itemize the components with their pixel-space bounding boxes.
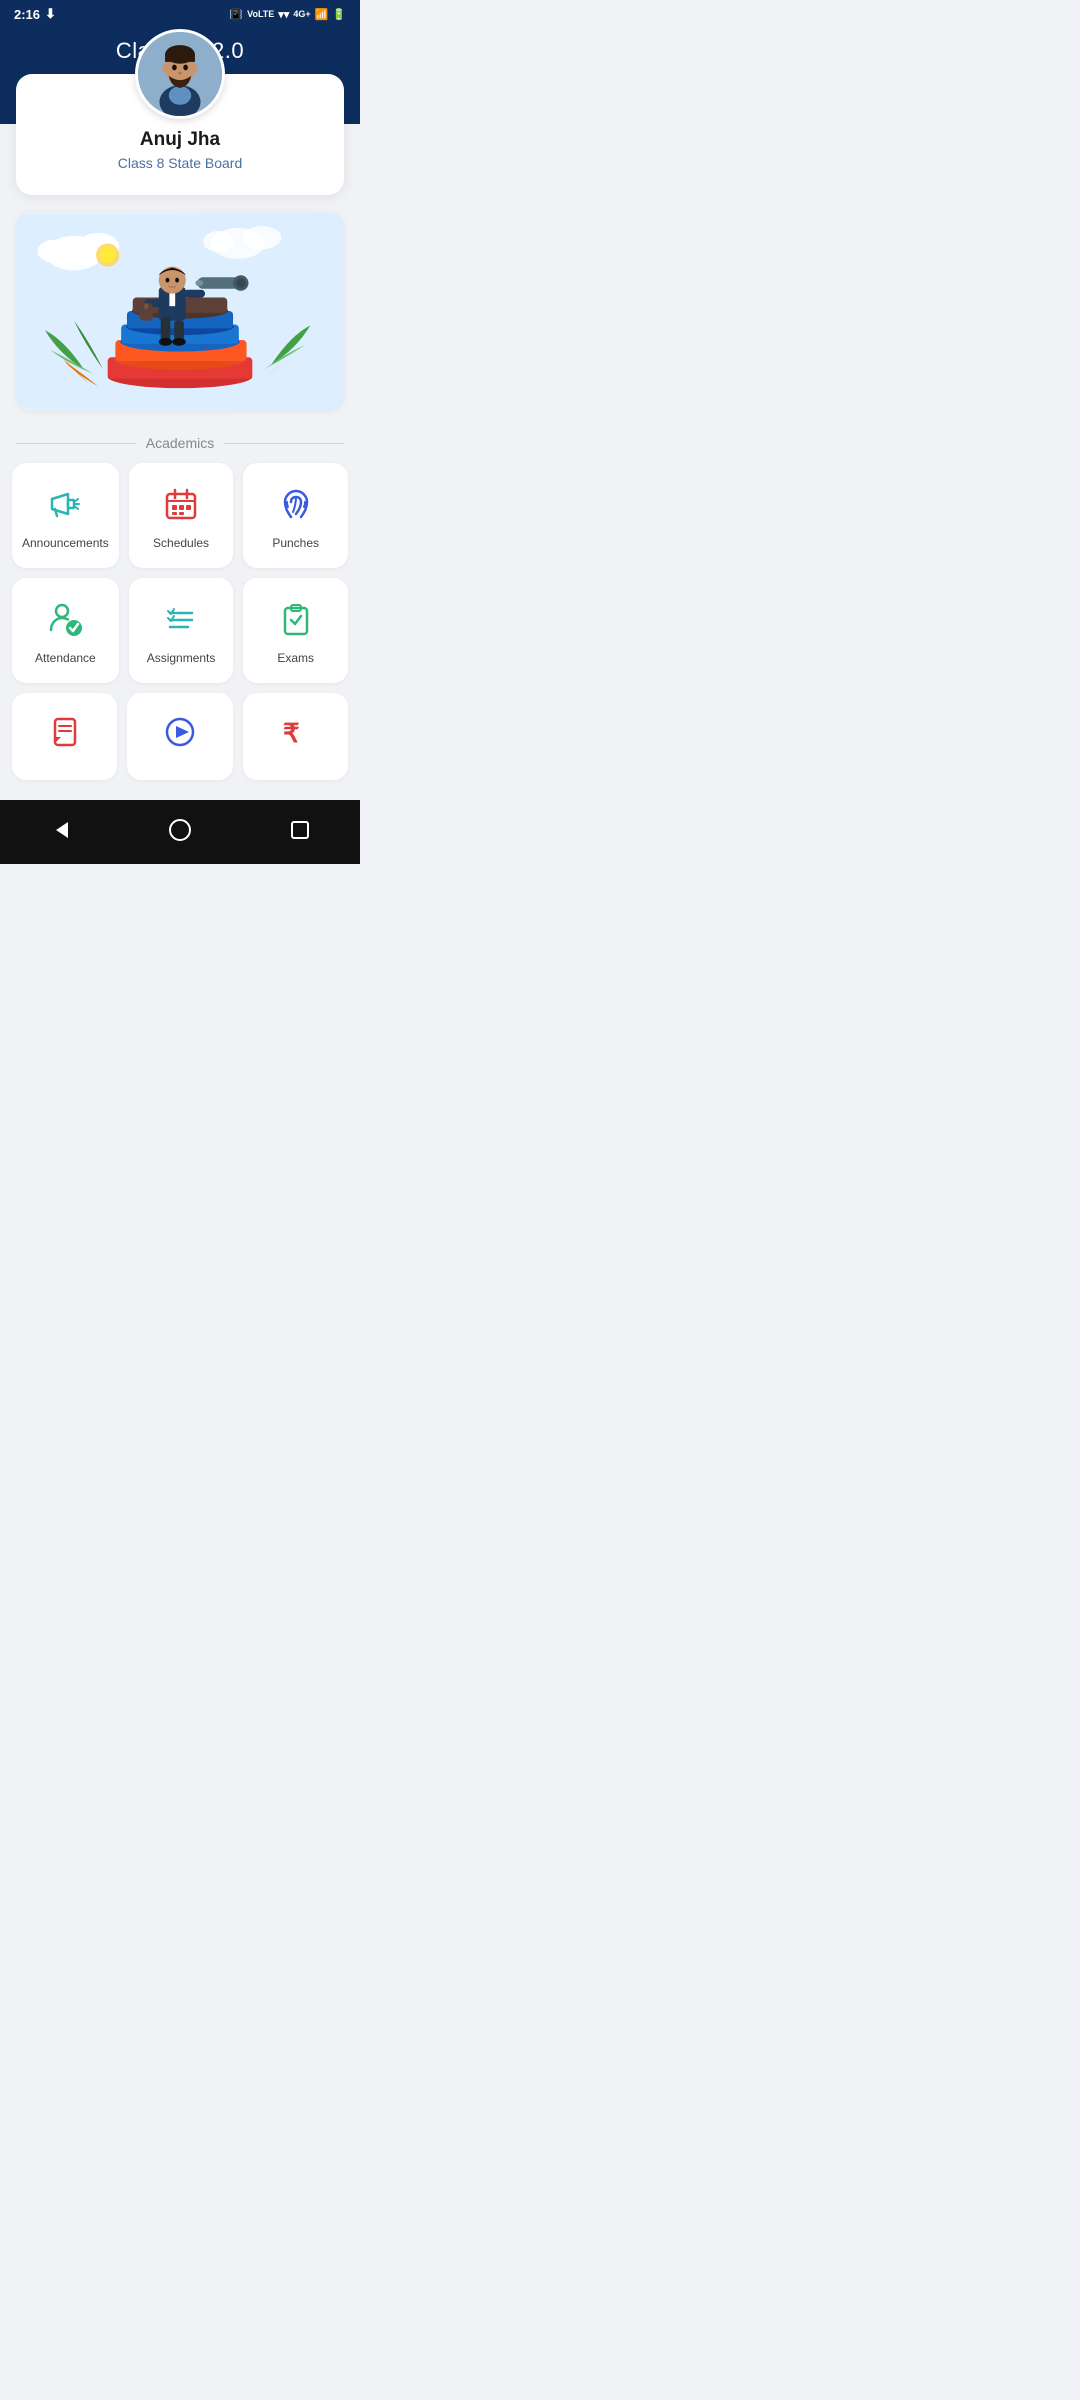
- status-bar: 2:16 ⬇ 📳 VoLTE ▾▾ 4G+ 📶 🔋: [0, 0, 360, 28]
- punches-icon: [277, 485, 315, 528]
- video-icon: [163, 715, 197, 754]
- grid-item-announcements[interactable]: Announcements: [12, 463, 119, 568]
- schedules-label: Schedules: [153, 536, 209, 550]
- fees-icon: ₹: [278, 715, 312, 754]
- bottom-nav: [0, 800, 360, 864]
- status-left: 2:16 ⬇: [14, 6, 56, 22]
- avatar-wrapper: [36, 29, 324, 119]
- home-icon: [168, 818, 192, 842]
- battery-icon: 🔋: [332, 8, 346, 21]
- nav-back-button[interactable]: [42, 812, 78, 848]
- status-time: 2:16: [14, 7, 40, 22]
- volte-icon: VoLTE: [247, 9, 274, 19]
- schedules-icon: [162, 485, 200, 528]
- avatar-image: [138, 32, 222, 116]
- assignments-icon: [162, 600, 200, 643]
- back-icon: [48, 818, 72, 842]
- punches-label: Punches: [272, 536, 319, 550]
- profile-card-wrapper: Anuj Jha Class 8 State Board: [0, 74, 360, 195]
- grid-item-exams[interactable]: Exams: [243, 578, 348, 683]
- academics-title: Academics: [146, 435, 214, 451]
- grid-item-notes[interactable]: [12, 693, 117, 780]
- exams-icon: [277, 600, 315, 643]
- network-icon: 4G+: [293, 9, 310, 19]
- nav-home-button[interactable]: [162, 812, 198, 848]
- attendance-label: Attendance: [35, 651, 96, 665]
- vibrate-icon: 📳: [229, 8, 243, 21]
- academics-grid: Announcements Schedules: [0, 463, 360, 683]
- grid-item-assignments[interactable]: Assignments: [129, 578, 234, 683]
- notes-icon: [48, 715, 82, 754]
- assignments-label: Assignments: [147, 651, 216, 665]
- grid-item-video[interactable]: [127, 693, 232, 780]
- announcements-icon: [46, 485, 84, 528]
- grid-item-attendance[interactable]: Attendance: [12, 578, 119, 683]
- signal-icon: 📶: [315, 8, 329, 21]
- grid-item-schedules[interactable]: Schedules: [129, 463, 234, 568]
- nav-recents-button[interactable]: [282, 812, 318, 848]
- exams-label: Exams: [277, 651, 314, 665]
- profile-class: Class 8 State Board: [36, 155, 324, 171]
- banner-inner: [16, 211, 344, 411]
- hero-illustration: [16, 211, 344, 411]
- academics-section-header: Academics: [16, 435, 344, 451]
- grid-item-punches[interactable]: Punches: [243, 463, 348, 568]
- recents-icon: [288, 818, 312, 842]
- section-line-right: [224, 443, 344, 444]
- grid-item-fees[interactable]: ₹: [243, 693, 348, 780]
- wifi-icon: ▾▾: [278, 8, 289, 21]
- download-icon: ⬇: [45, 6, 56, 22]
- attendance-icon: [46, 600, 84, 643]
- partial-row: ₹: [0, 693, 360, 780]
- svg-text:₹: ₹: [283, 718, 300, 748]
- profile-name: Anuj Jha: [36, 129, 324, 151]
- status-right: 📳 VoLTE ▾▾ 4G+ 📶 🔋: [229, 8, 346, 21]
- announcements-label: Announcements: [22, 536, 109, 550]
- profile-card: Anuj Jha Class 8 State Board: [16, 74, 344, 195]
- section-line-left: [16, 443, 136, 444]
- avatar: [135, 29, 225, 119]
- banner-section: [16, 211, 344, 411]
